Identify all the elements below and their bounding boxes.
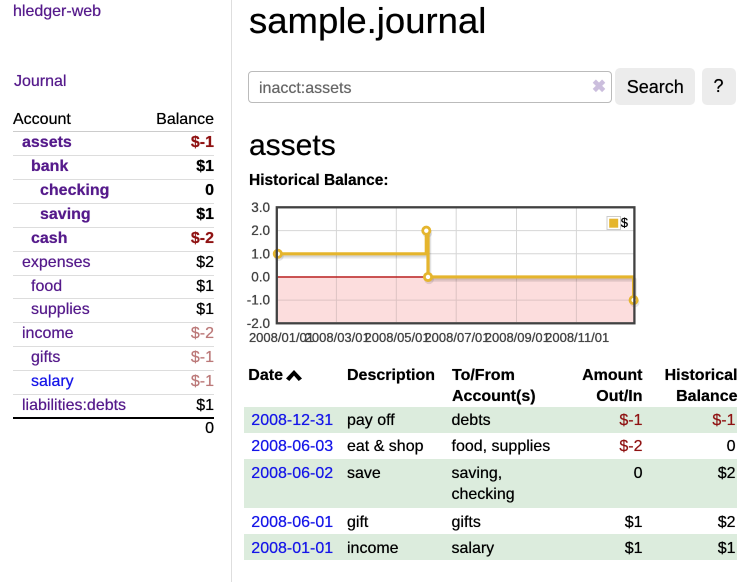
svg-text:2008/09/01: 2008/09/01 [485, 330, 550, 345]
svg-text:3.0: 3.0 [251, 200, 270, 215]
svg-text:0.0: 0.0 [251, 270, 270, 285]
svg-text:2008/11/01: 2008/11/01 [545, 330, 609, 345]
svg-text:2008/03/01: 2008/03/01 [305, 330, 370, 345]
svg-text:-1.0: -1.0 [247, 293, 270, 308]
svg-text:-2.0: -2.0 [247, 316, 270, 331]
svg-text:2008/07/01: 2008/07/01 [424, 330, 489, 345]
svg-text:2.0: 2.0 [251, 223, 270, 238]
svg-text:$: $ [621, 215, 629, 230]
svg-text:1.0: 1.0 [251, 246, 270, 261]
svg-text:2008/05/01: 2008/05/01 [365, 330, 430, 345]
